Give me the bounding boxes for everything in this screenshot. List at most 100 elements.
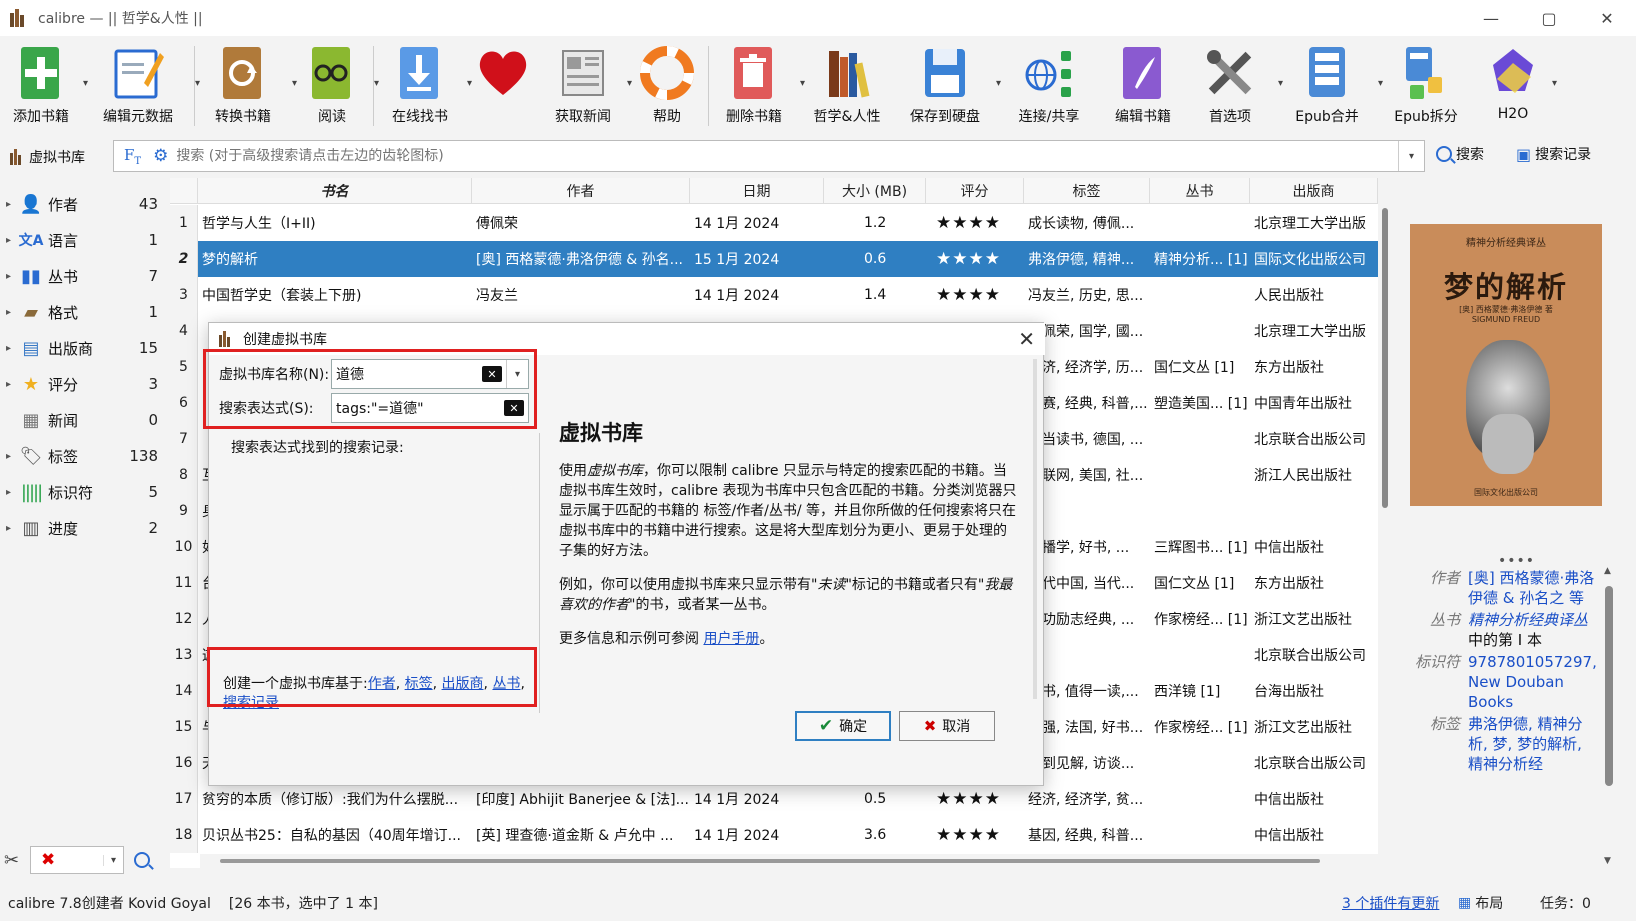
- minimize-button[interactable]: —: [1462, 0, 1520, 36]
- book-cover[interactable]: 精神分析经典译丛 梦的解析 [奥] 西格蒙德·弗洛伊德 著 SIGMUND FRE…: [1410, 224, 1602, 506]
- font-type-icon[interactable]: FT: [124, 146, 141, 167]
- close-button[interactable]: ✕: [1578, 0, 1636, 36]
- toolbar-edit-metadata[interactable]: 编辑元数据 ▾: [82, 36, 200, 134]
- cover-author-en: SIGMUND FREUD: [1471, 315, 1541, 324]
- expand-arrow-icon[interactable]: ▸: [0, 487, 18, 498]
- table-row[interactable]: 2 梦的解析 [奥] 西格蒙德·弗洛伊德 & 孙名... 15 1月 2024 0.6 ★…: [170, 241, 1392, 277]
- detail-tags-link[interactable]: 弗洛伊德, 精神分析, 梦, 梦的解析, 精神分析经: [1468, 714, 1596, 774]
- toolbar-help[interactable]: 帮助: [626, 36, 708, 134]
- expand-arrow-icon[interactable]: ▸: [0, 451, 18, 462]
- expand-arrow-icon[interactable]: ▸: [0, 379, 18, 390]
- layout-button[interactable]: ▦ 布局: [1458, 893, 1503, 913]
- virtual-library-button[interactable]: 虚拟书库: [10, 147, 110, 167]
- cell-num: 12: [170, 601, 198, 637]
- column-header-size[interactable]: 大小 (MB): [824, 178, 926, 204]
- details-scrollbar[interactable]: ▲ ▼: [1602, 566, 1616, 866]
- table-row[interactable]: 1 哲学与人生（I+II) 傅佩荣 14 1月 2024 1.2 ★★★★ 成长读物, 傅佩…: [170, 205, 1392, 241]
- tag-browser-item-series[interactable]: ▸ ▮▮ 丛书 7: [0, 258, 168, 294]
- book-list-horizontal-scrollbar[interactable]: [200, 854, 1378, 868]
- tag-find-box[interactable]: ✖ ▾: [30, 846, 124, 874]
- toolbar-online-find[interactable]: 在线找书 ▾: [374, 36, 472, 134]
- toolbar-save-disk[interactable]: 保存到硬盘 ▾: [895, 36, 1001, 134]
- tag-browser-item-progress[interactable]: ▸ ▥ 进度 2: [0, 510, 168, 546]
- ok-button[interactable]: ✔ 确定: [795, 711, 891, 741]
- tag-browser-item-tags[interactable]: ▸ 🏷 标签 138: [0, 438, 168, 474]
- dialog-close-icon[interactable]: ✕: [1018, 327, 1035, 351]
- status-book-count: [26 本书，选中了 1 本]: [228, 895, 378, 912]
- search-input[interactable]: [176, 148, 1398, 164]
- saved-searches-button[interactable]: ▣ 搜索记录: [1516, 144, 1591, 164]
- clear-icon[interactable]: ✖: [41, 850, 103, 870]
- search-icon[interactable]: [134, 852, 150, 868]
- tag-browser-item-news[interactable]: ▦ 新闻 0: [0, 402, 168, 438]
- book-list-vertical-scrollbar[interactable]: [1378, 178, 1392, 868]
- splitter-handle[interactable]: ••••: [1498, 553, 1535, 569]
- detail-tags: 标签 弗洛伊德, 精神分析, 梦, 梦的解析, 精神分析经: [1410, 714, 1596, 774]
- table-row[interactable]: 3 中国哲学史（套装上下册) 冯友兰 14 1月 2024 1.4 ★★★★ 冯友兰, 历史…: [170, 277, 1392, 313]
- dialog-title: 创建虚拟书库: [243, 332, 327, 348]
- toolbar-connect-share[interactable]: 连接/共享: [995, 36, 1103, 134]
- column-header-tags[interactable]: 标签: [1024, 178, 1150, 204]
- cell-rating: ★★★★: [936, 825, 1001, 845]
- toolbar-epub-split[interactable]: Epub拆分: [1377, 36, 1475, 134]
- cell-size: 0.5: [864, 791, 887, 807]
- jobs-indicator[interactable]: 任务：0: [1540, 893, 1591, 913]
- column-header-rating[interactable]: 评分: [926, 178, 1024, 204]
- wrench-icon[interactable]: ✂: [4, 850, 30, 871]
- cancel-x-icon: ✖: [923, 717, 937, 735]
- toolbar-add-book[interactable]: 添加书籍 ▾: [0, 36, 88, 134]
- chevron-down-icon[interactable]: ▾: [103, 854, 123, 866]
- user-manual-link[interactable]: 用户手册: [703, 631, 759, 647]
- toolbar-read-label: 阅读: [318, 109, 346, 125]
- search-button[interactable]: 搜索: [1436, 144, 1484, 164]
- detail-series-link[interactable]: 精神分析经典译丛: [1468, 611, 1588, 629]
- toolbar-delete-book[interactable]: 删除书籍 ▾: [709, 36, 805, 134]
- tag-browser-item-formats[interactable]: ▸ ▰ 格式 1: [0, 294, 168, 330]
- expand-arrow-icon[interactable]: ▸: [0, 307, 18, 318]
- toolbar-library[interactable]: 哲学&人性: [799, 36, 895, 134]
- column-header-series[interactable]: 丛书: [1150, 178, 1250, 204]
- expand-arrow-icon[interactable]: ▸: [0, 271, 18, 282]
- search-box[interactable]: FT ⚙ ▾: [113, 140, 1425, 172]
- expand-arrow-icon[interactable]: ▸: [0, 343, 18, 354]
- column-header-title[interactable]: 书名: [198, 178, 472, 204]
- tag-browser-item-languages[interactable]: ▸ 文A 语言 1: [0, 222, 168, 258]
- expand-arrow-icon[interactable]: ▸: [0, 199, 18, 210]
- add-book-icon: [13, 42, 69, 104]
- detail-identifiers-link[interactable]: 9787801057297, New Douban Books: [1468, 652, 1596, 712]
- toolbar-h2o[interactable]: H2O ▾: [1475, 36, 1557, 134]
- detail-author-link[interactable]: [奥] 西格蒙德·弗洛伊德 & 孙名之 等: [1468, 568, 1596, 608]
- table-row[interactable]: 17 贫穷的本质（修订版）:我们为什么摆脱... [印度] Abhijit Bane…: [170, 781, 1392, 817]
- cancel-button[interactable]: ✖ 取消: [899, 711, 995, 741]
- gear-icon[interactable]: ⚙: [153, 146, 168, 166]
- chevron-down-icon[interactable]: ▾: [1552, 78, 1557, 89]
- toolbar-donate-heart[interactable]: [466, 36, 540, 134]
- cell-date: 14 1月 2024: [694, 792, 780, 808]
- plugin-updates-link[interactable]: 3 个插件有更新: [1342, 893, 1439, 913]
- toolbar-edit-book[interactable]: 编辑书籍: [1103, 36, 1183, 134]
- expand-arrow-icon[interactable]: ▸: [0, 235, 18, 246]
- maximize-button[interactable]: ▢: [1520, 0, 1578, 36]
- tag-browser-count: 1: [148, 231, 158, 249]
- connect-share-icon: [1021, 42, 1077, 104]
- search-history-dropdown[interactable]: ▾: [1398, 141, 1424, 171]
- expand-arrow-icon[interactable]: ▸: [0, 523, 18, 534]
- toolbar-epub-split-label: Epub拆分: [1394, 109, 1458, 125]
- tag-browser-item-authors[interactable]: ▸ 👤 作者 43: [0, 186, 168, 222]
- tag-browser-item-publishers[interactable]: ▸ ▤ 出版商 15: [0, 330, 168, 366]
- column-header-publisher[interactable]: 出版商: [1250, 178, 1378, 204]
- column-header-author[interactable]: 作者: [472, 178, 690, 204]
- tag-browser-item-rating[interactable]: ▸ ★ 评分 3: [0, 366, 168, 402]
- cell-date: 14 1月 2024: [694, 216, 780, 232]
- toolbar-read[interactable]: 阅读 ▾: [291, 36, 379, 134]
- epub-split-icon: [1398, 42, 1454, 104]
- toolbar-epub-merge[interactable]: Epub合并 ▾: [1277, 36, 1383, 134]
- tag-browser-item-identifiers[interactable]: ▸ ||||| 标识符 5: [0, 474, 168, 510]
- table-row[interactable]: 18 贝识丛书25：自私的基因（40周年增订... [英] 理查德·道金斯 & 卢允…: [170, 817, 1392, 853]
- dialog-scrollbar[interactable]: [1033, 359, 1037, 699]
- cell-series: 作家榜经... [1]: [1154, 612, 1248, 628]
- toolbar-preferences[interactable]: 首选项 ▾: [1183, 36, 1283, 134]
- toolbar-fetch-news[interactable]: 获取新闻 ▾: [540, 36, 632, 134]
- toolbar-convert-book[interactable]: 转换书籍 ▾: [195, 36, 297, 134]
- column-header-date[interactable]: 日期: [690, 178, 824, 204]
